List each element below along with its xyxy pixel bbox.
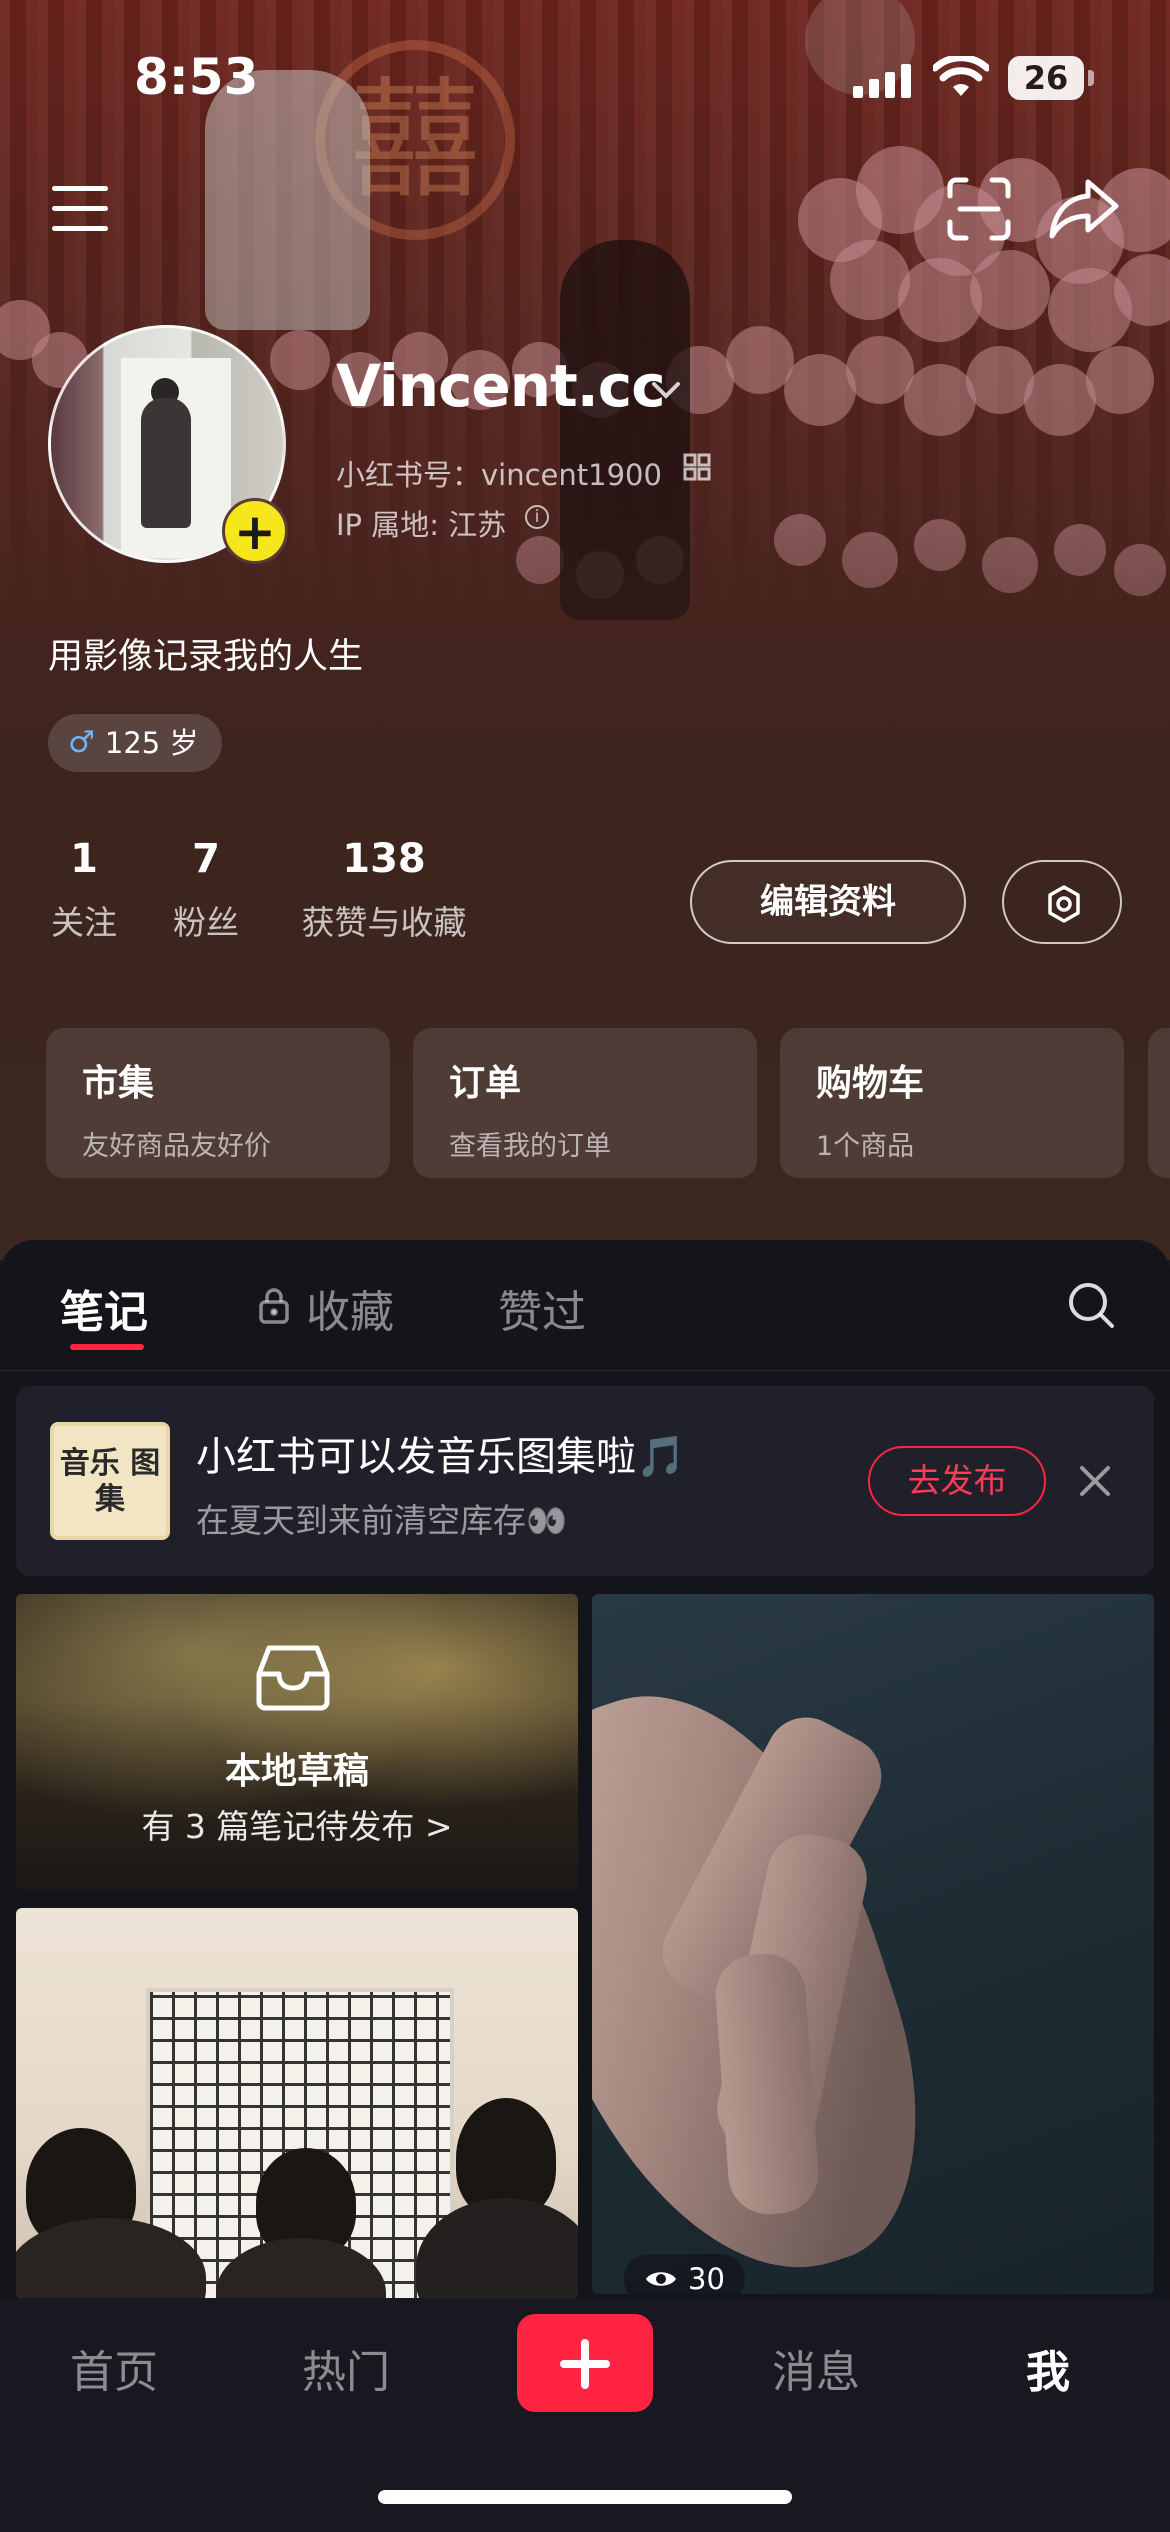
close-icon[interactable] (1076, 1462, 1114, 1500)
tab-notes[interactable]: 笔记 (60, 1276, 148, 1340)
gear-icon (1048, 885, 1080, 923)
create-post-button[interactable] (517, 2314, 653, 2412)
ip-location: IP 属地: 江苏 (336, 508, 507, 542)
promo-thumbnail: 音乐 图集 (50, 1422, 170, 1540)
menu-icon[interactable] (48, 180, 118, 240)
eye-icon (646, 2272, 676, 2286)
drafts-subtitle: 有 3 篇笔记待发布 > (141, 1807, 453, 1846)
stat-following-count: 1 (70, 836, 98, 882)
shortcut-cart-title: 购物车 (816, 1063, 925, 1104)
info-icon[interactable]: i (525, 505, 549, 529)
shortcut-more-peek[interactable] (1148, 1028, 1170, 1178)
drafts-title: 本地草稿 (224, 1751, 369, 1792)
scan-icon[interactable] (946, 176, 1012, 242)
tab-liked[interactable]: 赞过 (498, 1276, 586, 1340)
qr-code-icon[interactable] (683, 453, 711, 481)
publish-button[interactable]: 去发布 (868, 1446, 1046, 1516)
share-icon[interactable] (1048, 176, 1120, 242)
nav-home[interactable]: 首页 (70, 2336, 158, 2400)
stat-following[interactable]: 1 关注 (48, 836, 120, 944)
note-card-gallery-photo[interactable] (16, 1908, 578, 2298)
ring-icon: ♂ (68, 725, 95, 760)
age-text: 125 岁 (104, 726, 199, 760)
views-badge: 30 (624, 2254, 745, 2304)
stat-following-label: 关注 (51, 903, 117, 942)
stat-followers[interactable]: 7 粉丝 (170, 836, 242, 944)
settings-button[interactable] (1002, 860, 1122, 944)
status-time: 8:53 (134, 48, 259, 106)
stat-likes-count: 138 (342, 836, 426, 882)
stat-likes-label: 获赞与收藏 (301, 903, 467, 942)
cellular-signal-icon (853, 64, 911, 98)
battery-nub (1088, 70, 1094, 86)
lock-icon (259, 1288, 289, 1324)
promo-subtitle: 在夏天到来前清空库存👀 (196, 1501, 568, 1540)
promo-title: 小红书可以发音乐图集啦🎵 (196, 1434, 686, 1480)
shortcut-orders[interactable]: 订单 查看我的订单 (413, 1028, 757, 1178)
inbox-icon (256, 1645, 330, 1711)
nav-me[interactable]: 我 (1026, 2336, 1070, 2400)
nav-trending[interactable]: 热门 (302, 2336, 390, 2400)
stat-followers-count: 7 (192, 836, 220, 882)
stat-followers-label: 粉丝 (173, 903, 239, 942)
tab-active-indicator (70, 1344, 144, 1350)
profile-bio: 用影像记录我的人生 (48, 637, 364, 677)
shortcut-cart-subtitle: 1个商品 (816, 1131, 915, 1162)
shortcut-orders-title: 订单 (449, 1063, 522, 1104)
views-count: 30 (688, 2262, 725, 2296)
chevron-down-icon[interactable] (648, 372, 684, 408)
shortcut-market[interactable]: 市集 友好商品友好价 (46, 1028, 390, 1178)
nav-messages[interactable]: 消息 (772, 2336, 860, 2400)
wifi-icon (933, 56, 989, 96)
shortcut-market-subtitle: 友好商品友好价 (82, 1131, 271, 1162)
home-indicator[interactable] (378, 2490, 792, 2504)
tab-collections[interactable]: 收藏 (306, 1276, 394, 1340)
edit-profile-button[interactable]: 编辑资料 (690, 860, 966, 944)
age-badge: ♂ 125 岁 (48, 714, 223, 772)
stat-likes[interactable]: 138 获赞与收藏 (294, 836, 474, 944)
shortcut-market-title: 市集 (82, 1063, 155, 1104)
shortcut-cart[interactable]: 购物车 1个商品 (780, 1028, 1124, 1178)
add-avatar-button[interactable]: + (222, 498, 288, 564)
xhs-id: 小红书号：vincent1900 (336, 458, 662, 492)
note-card-hand-photo[interactable] (592, 1594, 1154, 2294)
shortcut-orders-subtitle: 查看我的订单 (449, 1131, 611, 1162)
search-icon[interactable] (1066, 1280, 1116, 1330)
battery-indicator: 26 (1008, 56, 1084, 100)
username: Vincent.cc (336, 352, 666, 420)
